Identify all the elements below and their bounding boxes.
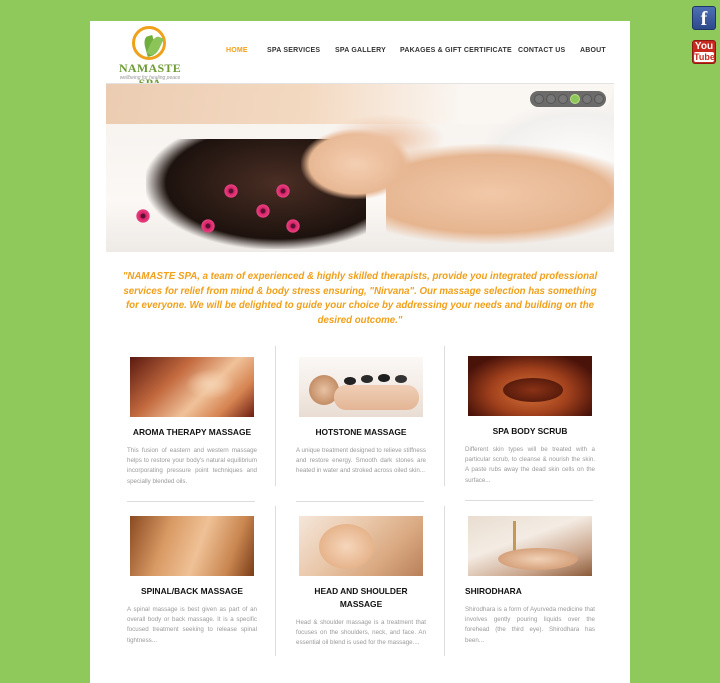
- service-card-scrub[interactable]: SPA BODY SCRUB Different skin types will…: [465, 356, 595, 501]
- column-divider: [275, 506, 276, 656]
- column-divider: [444, 506, 445, 656]
- service-title: HEAD AND SHOULDER MASSAGE: [314, 586, 408, 609]
- service-title: SHIRODHARA: [465, 586, 522, 596]
- flower-icon: [256, 204, 270, 218]
- service-description: Head & shoulder massage is a treatment t…: [296, 619, 426, 647]
- nav-spa-gallery[interactable]: SPA GALLERY: [335, 47, 386, 54]
- page-container: NAMASTE SPA wellbeing for healing peace …: [90, 21, 630, 683]
- service-image-aroma: [130, 357, 254, 417]
- nav-home[interactable]: HOME: [226, 47, 248, 54]
- service-card-spinal[interactable]: SPINAL/BACK MASSAGE A spinal massage is …: [127, 516, 257, 646]
- service-description: Shirodhara is a form of Ayurveda medicin…: [465, 606, 595, 644]
- service-image-scrub: [468, 356, 592, 416]
- service-image-head-shoulder: [299, 516, 423, 576]
- card-divider: [465, 500, 593, 501]
- service-card-shirodhara[interactable]: SHIRODHARA Shirodhara is a form of Ayurv…: [465, 516, 595, 646]
- nav-contact-us[interactable]: CONTACT US: [518, 47, 565, 54]
- service-title: SPA BODY SCRUB: [492, 426, 568, 436]
- flower-icon: [136, 209, 150, 223]
- nav-about[interactable]: ABOUT: [580, 47, 606, 54]
- service-title: SPINAL/BACK MASSAGE: [141, 586, 243, 596]
- service-image-shirodhara: [468, 516, 592, 576]
- main-nav: HOME SPA SERVICES SPA GALLERY PAKAGES & …: [90, 47, 630, 59]
- youtube-top-text: You: [694, 41, 714, 52]
- service-title: HOTSTONE MASSAGE: [315, 427, 407, 437]
- service-description: Different skin types will be treated wit…: [465, 446, 595, 484]
- hero-hands: [326, 114, 446, 164]
- service-title: AROMA THERAPY MASSAGE: [132, 427, 252, 437]
- slider-dot-3[interactable]: [558, 94, 568, 104]
- facebook-glyph: f: [700, 8, 708, 30]
- column-divider: [275, 346, 276, 486]
- card-divider: [127, 501, 255, 502]
- slider-dot-4[interactable]: [570, 94, 580, 104]
- slider-dot-5[interactable]: [582, 94, 592, 104]
- service-description: A spinal massage is best given as part o…: [127, 606, 257, 644]
- slider-dot-1[interactable]: [534, 94, 544, 104]
- service-card-hotstone[interactable]: HOTSTONE MASSAGE A unique treatment desi…: [296, 357, 426, 502]
- flower-icon: [286, 219, 300, 233]
- slider-dot-6[interactable]: [594, 94, 604, 104]
- service-card-head-shoulder[interactable]: HEAD AND SHOULDER MASSAGE Head & shoulde…: [296, 516, 426, 649]
- flower-icon: [224, 184, 238, 198]
- hero-slider[interactable]: [106, 84, 614, 252]
- service-description: This fusion of eastern and western massa…: [127, 447, 257, 485]
- logo-tagline: wellbeing for healing peace: [119, 75, 181, 81]
- service-image-spinal: [130, 516, 254, 576]
- facebook-icon[interactable]: f: [692, 6, 716, 30]
- service-card-aroma[interactable]: AROMA THERAPY MASSAGE This fusion of eas…: [127, 357, 257, 502]
- youtube-icon[interactable]: You Tube: [692, 40, 716, 64]
- flower-icon: [201, 219, 215, 233]
- slider-dots: [530, 91, 606, 107]
- column-divider: [444, 346, 445, 486]
- service-description: A unique treatment designed to relieve s…: [296, 447, 426, 475]
- youtube-bottom-text: Tube: [694, 52, 715, 62]
- slider-dot-2[interactable]: [546, 94, 556, 104]
- service-image-hotstone: [299, 357, 423, 417]
- nav-spa-services[interactable]: SPA SERVICES: [267, 47, 320, 54]
- intro-quote: "NAMASTE SPA, a team of experienced & hi…: [122, 271, 598, 326]
- card-divider: [296, 501, 424, 502]
- flower-icon: [276, 184, 290, 198]
- nav-packages-gift[interactable]: PAKAGES & GIFT CERTIFICATE: [400, 47, 512, 54]
